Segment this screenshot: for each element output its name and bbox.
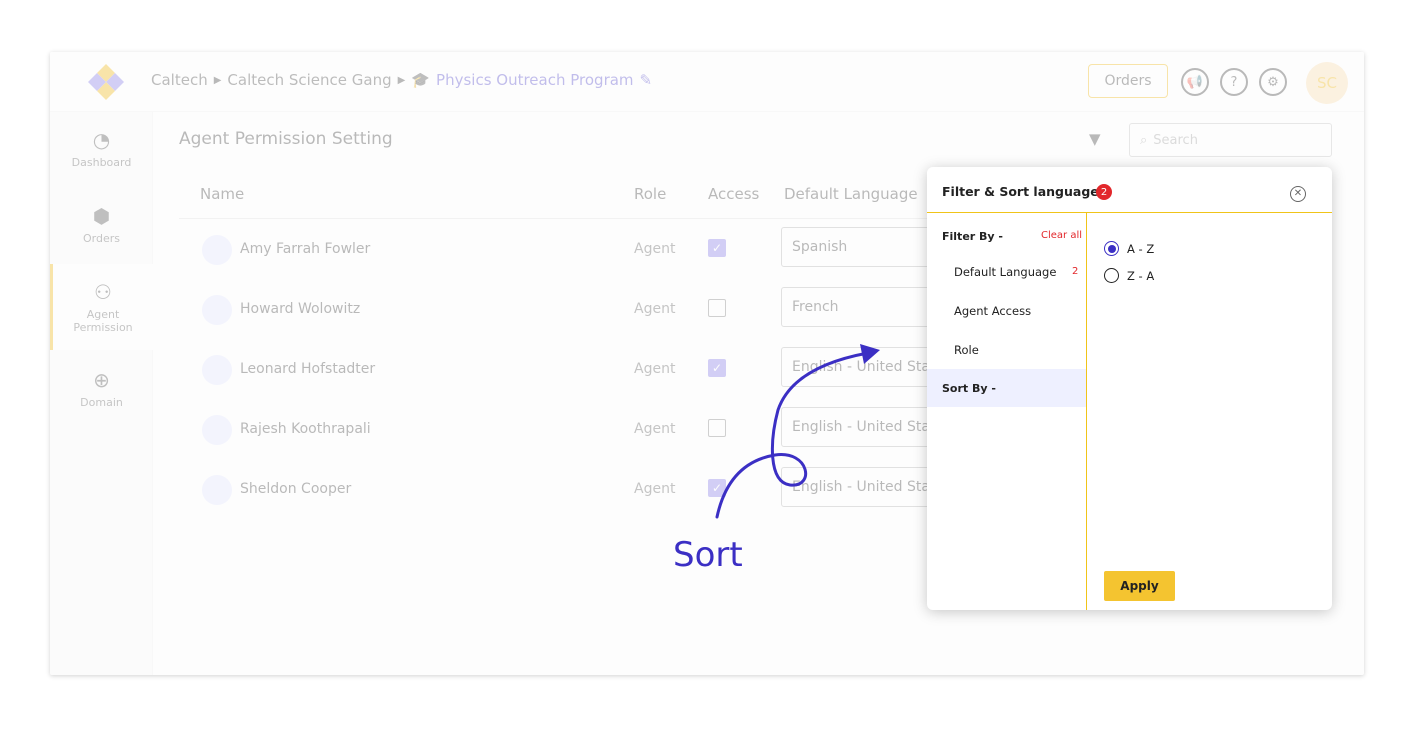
apply-button[interactable]: Apply bbox=[1104, 571, 1175, 601]
access-checkbox[interactable]: ✓ bbox=[708, 239, 726, 257]
agent-role: Agent bbox=[634, 361, 676, 377]
agent-name: Leonard Hofstadter bbox=[240, 361, 376, 377]
pie-chart-icon: ◔ bbox=[92, 127, 111, 152]
column-header-default-language[interactable]: Default Language bbox=[784, 185, 918, 203]
filter-option-default-language[interactable]: Default Language bbox=[954, 265, 1056, 279]
help-icon[interactable]: ? bbox=[1220, 68, 1248, 96]
column-header-role[interactable]: Role bbox=[634, 185, 666, 203]
breadcrumb-separator-icon: ▶ bbox=[213, 74, 222, 86]
breadcrumb-program[interactable]: Physics Outreach Program bbox=[436, 71, 634, 89]
agent-role: Agent bbox=[634, 481, 676, 497]
agent-name: Howard Wolowitz bbox=[240, 301, 361, 317]
panel-title: Filter & Sort languages bbox=[942, 184, 1107, 199]
column-header-access[interactable]: Access bbox=[708, 185, 759, 203]
logo-icon bbox=[88, 64, 124, 100]
breadcrumb-org[interactable]: Caltech bbox=[151, 71, 208, 89]
access-checkbox[interactable] bbox=[708, 419, 726, 437]
avatar bbox=[202, 235, 232, 265]
annotation-label: Sort bbox=[673, 535, 743, 575]
search-icon: ⌕ bbox=[1140, 132, 1148, 148]
search-placeholder: Search bbox=[1153, 132, 1198, 148]
sort-option-z-a[interactable]: Z - A bbox=[1104, 268, 1154, 283]
radio-selected-icon[interactable] bbox=[1104, 241, 1119, 256]
access-checkbox[interactable]: ✓ bbox=[708, 479, 726, 497]
search-input[interactable]: ⌕ Search bbox=[1129, 123, 1332, 157]
gear-icon[interactable]: ⚙ bbox=[1259, 68, 1287, 96]
clear-all-link[interactable]: Clear all bbox=[1041, 230, 1082, 241]
breadcrumb: Caltech ▶ Caltech Science Gang ▶ 🎓 Physi… bbox=[151, 71, 652, 89]
filter-option-agent-access[interactable]: Agent Access bbox=[954, 304, 1031, 318]
filter-icon[interactable]: ▼ bbox=[1089, 130, 1101, 148]
top-bar: Caltech ▶ Caltech Science Gang ▶ 🎓 Physi… bbox=[50, 52, 1364, 112]
agent-name: Rajesh Koothrapali bbox=[240, 421, 371, 437]
sidebar-item-label: Dashboard bbox=[71, 155, 132, 169]
agent-role: Agent bbox=[634, 241, 676, 257]
sidebar-item-dashboard[interactable]: ◔ Dashboard bbox=[50, 112, 153, 184]
sort-by-row[interactable]: Sort By - bbox=[927, 369, 1086, 407]
sort-option-a-z[interactable]: A - Z bbox=[1104, 241, 1154, 256]
user-avatar[interactable]: SC bbox=[1306, 62, 1348, 104]
filter-option-role[interactable]: Role bbox=[954, 343, 979, 357]
access-checkbox[interactable] bbox=[708, 299, 726, 317]
graduation-cap-icon: 🎓 bbox=[411, 71, 431, 89]
panel-header: Filter & Sort languages 2 ✕ bbox=[927, 167, 1332, 213]
avatar bbox=[202, 475, 232, 505]
avatar bbox=[202, 415, 232, 445]
breadcrumb-group[interactable]: Caltech Science Gang bbox=[227, 71, 391, 89]
access-checkbox[interactable]: ✓ bbox=[708, 359, 726, 377]
filter-count-badge: 2 bbox=[1096, 184, 1112, 200]
megaphone-icon[interactable]: 📢 bbox=[1181, 68, 1209, 96]
agent-role: Agent bbox=[634, 301, 676, 317]
sort-option-label: A - Z bbox=[1127, 241, 1155, 256]
header-divider bbox=[179, 218, 979, 219]
agent-name: Sheldon Cooper bbox=[240, 481, 352, 497]
column-header-name[interactable]: Name bbox=[200, 185, 244, 203]
avatar bbox=[202, 295, 232, 325]
filter-sort-panel: Filter & Sort languages 2 ✕ Filter By - … bbox=[927, 167, 1332, 610]
edit-pencil-icon[interactable]: ✎ bbox=[640, 71, 653, 89]
default-language-count: 2 bbox=[1072, 266, 1079, 277]
orders-button[interactable]: Orders bbox=[1088, 64, 1168, 98]
radio-unselected-icon[interactable] bbox=[1104, 268, 1119, 283]
avatar bbox=[202, 355, 232, 385]
page-title: Agent Permission Setting bbox=[179, 129, 393, 149]
breadcrumb-separator-icon: ▶ bbox=[397, 74, 406, 86]
agent-name: Amy Farrah Fowler bbox=[240, 241, 371, 257]
agent-role: Agent bbox=[634, 421, 676, 437]
sort-by-heading: Sort By - bbox=[942, 382, 996, 395]
filter-by-heading: Filter By - bbox=[942, 230, 1003, 243]
panel-category-list: Filter By - Clear all Default Language 2… bbox=[927, 213, 1087, 610]
sort-option-label: Z - A bbox=[1127, 268, 1155, 283]
close-icon[interactable]: ✕ bbox=[1290, 186, 1306, 202]
